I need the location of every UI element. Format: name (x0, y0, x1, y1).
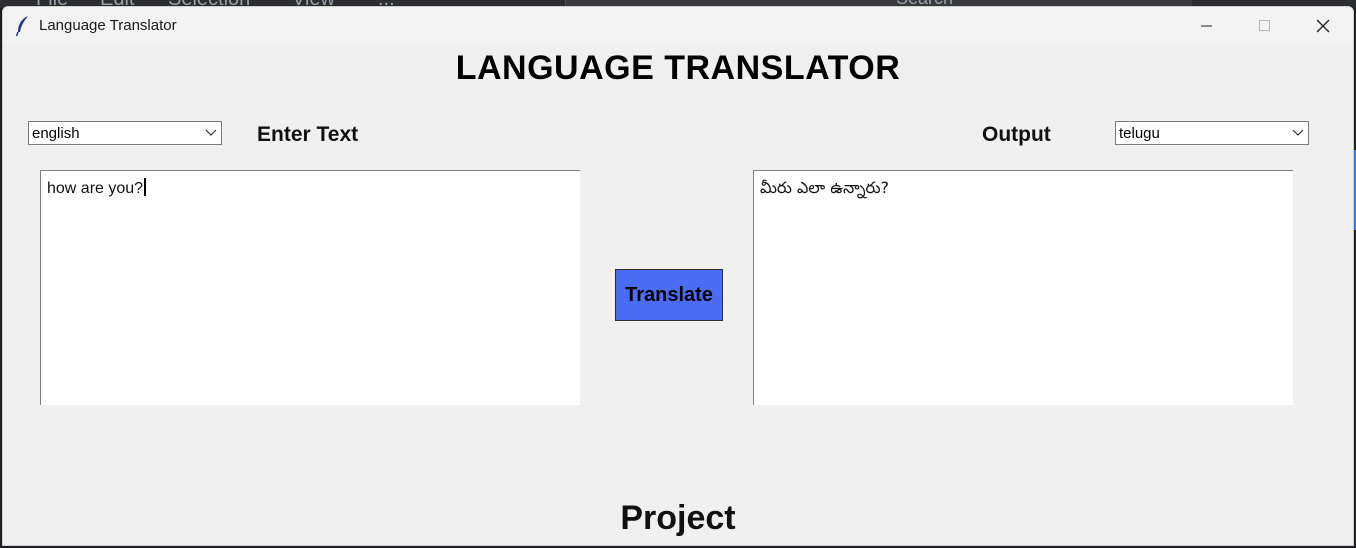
source-language-value: english (32, 125, 80, 142)
chevron-down-icon (1292, 129, 1304, 136)
maximize-button[interactable] (1235, 7, 1293, 45)
footer-label: Project (620, 499, 736, 537)
chevron-down-icon (205, 129, 217, 136)
output-text-area[interactable]: మీరు ఎలా ఉన్నారు? (753, 170, 1293, 405)
app-heading: LANGUAGE TRANSLATOR (455, 49, 901, 87)
output-label: Output (982, 123, 1051, 146)
translate-button[interactable]: Translate (615, 269, 723, 321)
target-language-value: telugu (1119, 125, 1160, 142)
window-title: Language Translator (39, 17, 177, 34)
target-language-select[interactable]: telugu (1115, 121, 1309, 145)
maximize-icon (1259, 20, 1270, 31)
input-text-area[interactable]: how are you? (40, 170, 580, 405)
text-caret (144, 178, 147, 196)
input-text: how are you? (47, 180, 144, 197)
close-button[interactable] (1293, 7, 1351, 45)
feather-icon (15, 16, 28, 37)
minimize-icon (1201, 25, 1212, 27)
title-bar[interactable]: Language Translator (3, 7, 1353, 45)
enter-text-label: Enter Text (257, 123, 359, 146)
minimize-button[interactable] (1177, 7, 1235, 45)
output-text: మీరు ఎలా ఉన్నారు? (760, 178, 890, 197)
close-icon (1316, 19, 1330, 33)
source-language-select[interactable]: english (28, 121, 222, 145)
translator-window: Language Translator LANGUAGE TRANSLATOR … (2, 6, 1354, 546)
